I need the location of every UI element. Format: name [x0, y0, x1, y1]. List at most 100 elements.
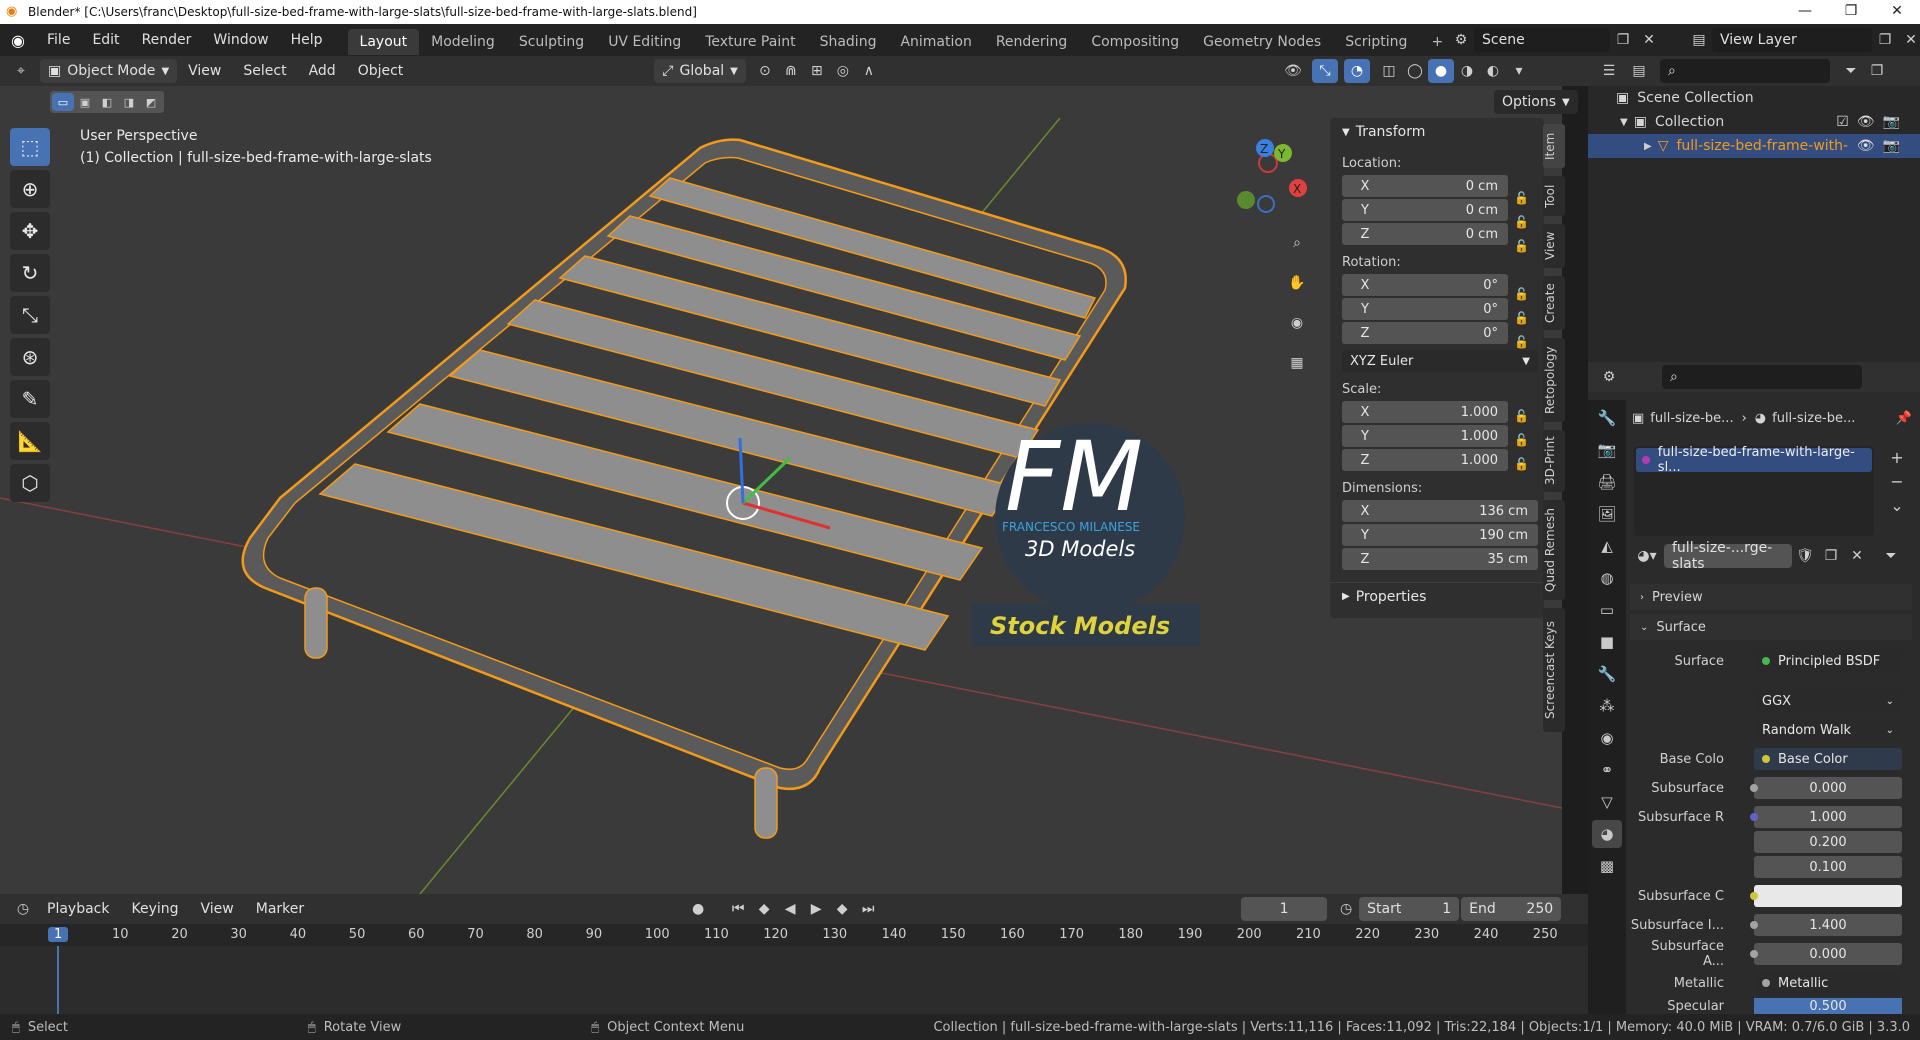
subsurface-ior-row[interactable]: Subsurface I... 1.400	[1630, 914, 1902, 936]
lock-icon[interactable]: 🔓	[1514, 282, 1529, 306]
remove-slot-button[interactable]: −	[1886, 470, 1908, 494]
add-cube-tool-icon[interactable]: ⬡	[10, 464, 50, 502]
snap-icon[interactable]: ⋒	[778, 59, 804, 83]
measure-tool-icon[interactable]: 📐	[10, 422, 50, 460]
dimensions-z-field[interactable]: Z 35 cm	[1342, 548, 1538, 570]
timeline-menu-marker[interactable]: Marker	[245, 894, 315, 924]
properties-panel-header[interactable]: ▶ Properties	[1330, 582, 1544, 610]
play-icon[interactable]: ▶	[803, 897, 829, 921]
texture-props-icon[interactable]: ▩	[1592, 852, 1622, 880]
close-button[interactable]: ✕	[1874, 0, 1920, 24]
timeline-menu-keying[interactable]: Keying	[120, 894, 189, 924]
surface-shader-row[interactable]: Surface Principled BSDF	[1630, 650, 1902, 672]
scene-icon[interactable]: ⚙	[1448, 28, 1474, 52]
delete-view-layer-icon[interactable]: ✕	[1898, 28, 1920, 52]
metallic-row[interactable]: Metallic Metallic	[1630, 972, 1902, 994]
options-dropdown[interactable]: Options ▼	[1494, 90, 1578, 114]
world-props-icon[interactable]: ◍	[1592, 564, 1622, 592]
dimensions-x-field[interactable]: X 136 cm	[1342, 500, 1538, 522]
maximize-button[interactable]: ❐	[1828, 0, 1874, 24]
scale-x-field[interactable]: X 1.000	[1342, 401, 1508, 423]
new-scene-icon[interactable]: ❐	[1610, 28, 1636, 52]
jump-start-icon[interactable]: ⏮	[725, 897, 751, 921]
view-layer-icon[interactable]: ▤	[1686, 28, 1712, 52]
transform-tool-icon[interactable]: ⊛	[10, 338, 50, 376]
output-props-icon[interactable]: 🖨	[1592, 468, 1622, 496]
scene-name-field[interactable]: Scene	[1474, 28, 1610, 52]
subsurface-anisotropy-row[interactable]: Subsurface A... 0.000	[1630, 939, 1902, 969]
timeline-editor-icon[interactable]: ◷	[10, 897, 36, 921]
move-tool-icon[interactable]: ✥	[10, 212, 50, 250]
shading-wireframe-icon[interactable]: ◯	[1402, 59, 1428, 83]
select-intersect-icon[interactable]: ◩	[140, 93, 162, 111]
tab-shading[interactable]: Shading	[808, 29, 889, 55]
particles-props-icon[interactable]: ⁂	[1592, 692, 1622, 720]
tool-props-icon[interactable]: 🔧	[1592, 404, 1622, 432]
outliner-collection[interactable]: ▼ ▣ Collection ☑👁📷	[1588, 110, 1920, 134]
new-collection-icon[interactable]: ❐	[1864, 59, 1890, 83]
scale-z-field[interactable]: Z 1.000	[1342, 449, 1508, 471]
zoom-icon[interactable]: ⌕	[1282, 228, 1312, 258]
falloff-icon[interactable]: ∧	[856, 59, 882, 83]
end-frame-field[interactable]: End 250	[1461, 897, 1562, 921]
physics-props-icon[interactable]: ◉	[1592, 724, 1622, 752]
render-props-icon[interactable]: 📷	[1592, 436, 1622, 464]
tab-modeling[interactable]: Modeling	[419, 29, 507, 55]
prop-value[interactable]: 0.200	[1754, 831, 1902, 853]
play-reverse-icon[interactable]: ◀	[777, 897, 803, 921]
timeline-menu-playback[interactable]: Playback	[36, 894, 120, 924]
viewport-menu-view[interactable]: View	[177, 56, 232, 86]
scale-tool-icon[interactable]: ⤡	[10, 296, 50, 334]
menu-window[interactable]: Window	[202, 24, 279, 56]
gizmo-neg-x-icon[interactable]	[1258, 153, 1278, 173]
duplicate-material-icon[interactable]: ❐	[1818, 544, 1844, 568]
tab-texture-paint[interactable]: Texture Paint	[693, 29, 807, 55]
specular-row[interactable]: Specular 0.500	[1630, 998, 1902, 1014]
subsurface-radius-y-row[interactable]: 0.200	[1630, 831, 1902, 853]
prop-value[interactable]: 0.100	[1754, 856, 1902, 878]
menu-file[interactable]: File	[36, 24, 81, 56]
properties-editor-icon[interactable]: ⚙	[1596, 365, 1622, 389]
add-slot-button[interactable]: +	[1886, 446, 1908, 470]
tab-geometry-nodes[interactable]: Geometry Nodes	[1191, 29, 1333, 55]
viewport-scene[interactable]: FM FRANCESCO MILANESE 3D Models Stock Mo…	[0, 118, 1562, 894]
subsurface-radius-z-row[interactable]: 0.100	[1630, 856, 1902, 878]
tab-compositing[interactable]: Compositing	[1079, 29, 1191, 55]
tab-scripting[interactable]: Scripting	[1333, 29, 1419, 55]
outliner-scene-collection[interactable]: ▣ Scene Collection	[1588, 86, 1920, 110]
gizmo-neg-y-icon[interactable]	[1237, 191, 1255, 209]
transform-panel-header[interactable]: ▼ Transform	[1330, 118, 1544, 146]
frame-ruler[interactable]: 1 10 20 30 40 50 60 70 80 90 100 110 120 130 140 150 160…	[0, 924, 1588, 946]
viewport-menu-select[interactable]: Select	[232, 56, 297, 86]
rotate-tool-icon[interactable]: ↻	[10, 254, 50, 292]
object-props-icon[interactable]: ■	[1592, 628, 1622, 656]
outliner-editor-icon[interactable]: ☰	[1596, 59, 1622, 83]
timeline-menu-view[interactable]: View	[190, 894, 245, 924]
perspective-grid-icon[interactable]: ▦	[1282, 348, 1312, 378]
menu-edit[interactable]: Edit	[81, 24, 130, 56]
lock-icon[interactable]: 🔓	[1514, 210, 1529, 234]
viewport-menu-object[interactable]: Object	[347, 56, 415, 86]
proportional-edit-icon[interactable]: ◎	[830, 59, 856, 83]
lock-icon[interactable]: 🔓	[1514, 404, 1529, 428]
minimize-button[interactable]: —	[1782, 0, 1828, 24]
overlay-toggle-icon[interactable]: ◔	[1344, 59, 1370, 83]
base-color-row[interactable]: Base Colo Base Color	[1630, 748, 1902, 770]
outliner-object-row[interactable]: ▶ ▽ full-size-bed-frame-with- 👁📷	[1588, 134, 1920, 158]
constraints-props-icon[interactable]: ⚭	[1592, 756, 1622, 784]
collection-props-icon[interactable]: ▭	[1592, 596, 1622, 624]
browse-material-icon[interactable]: ◕▾	[1634, 544, 1660, 568]
properties-search-input[interactable]: ⌕	[1662, 365, 1862, 389]
view-layer-props-icon[interactable]: 🖼	[1592, 500, 1622, 528]
annotate-tool-icon[interactable]: ✎	[10, 380, 50, 418]
object-visibility-icon[interactable]: 👁📷	[1857, 138, 1908, 154]
breadcrumb-material[interactable]: full-size-be...	[1772, 411, 1855, 426]
gizmo-toggle-icon[interactable]: ⤡	[1312, 59, 1338, 83]
prop-value[interactable]: 0.000	[1754, 943, 1902, 965]
unlink-material-icon[interactable]: ✕	[1844, 544, 1870, 568]
shading-solid-icon[interactable]: ●	[1428, 59, 1454, 83]
cursor-tool-icon[interactable]: ⊕	[10, 170, 50, 208]
tab-sculpting[interactable]: Sculpting	[507, 29, 596, 55]
preview-panel-header[interactable]: › Preview	[1630, 584, 1912, 610]
breadcrumb-object[interactable]: full-size-be...	[1650, 411, 1733, 426]
